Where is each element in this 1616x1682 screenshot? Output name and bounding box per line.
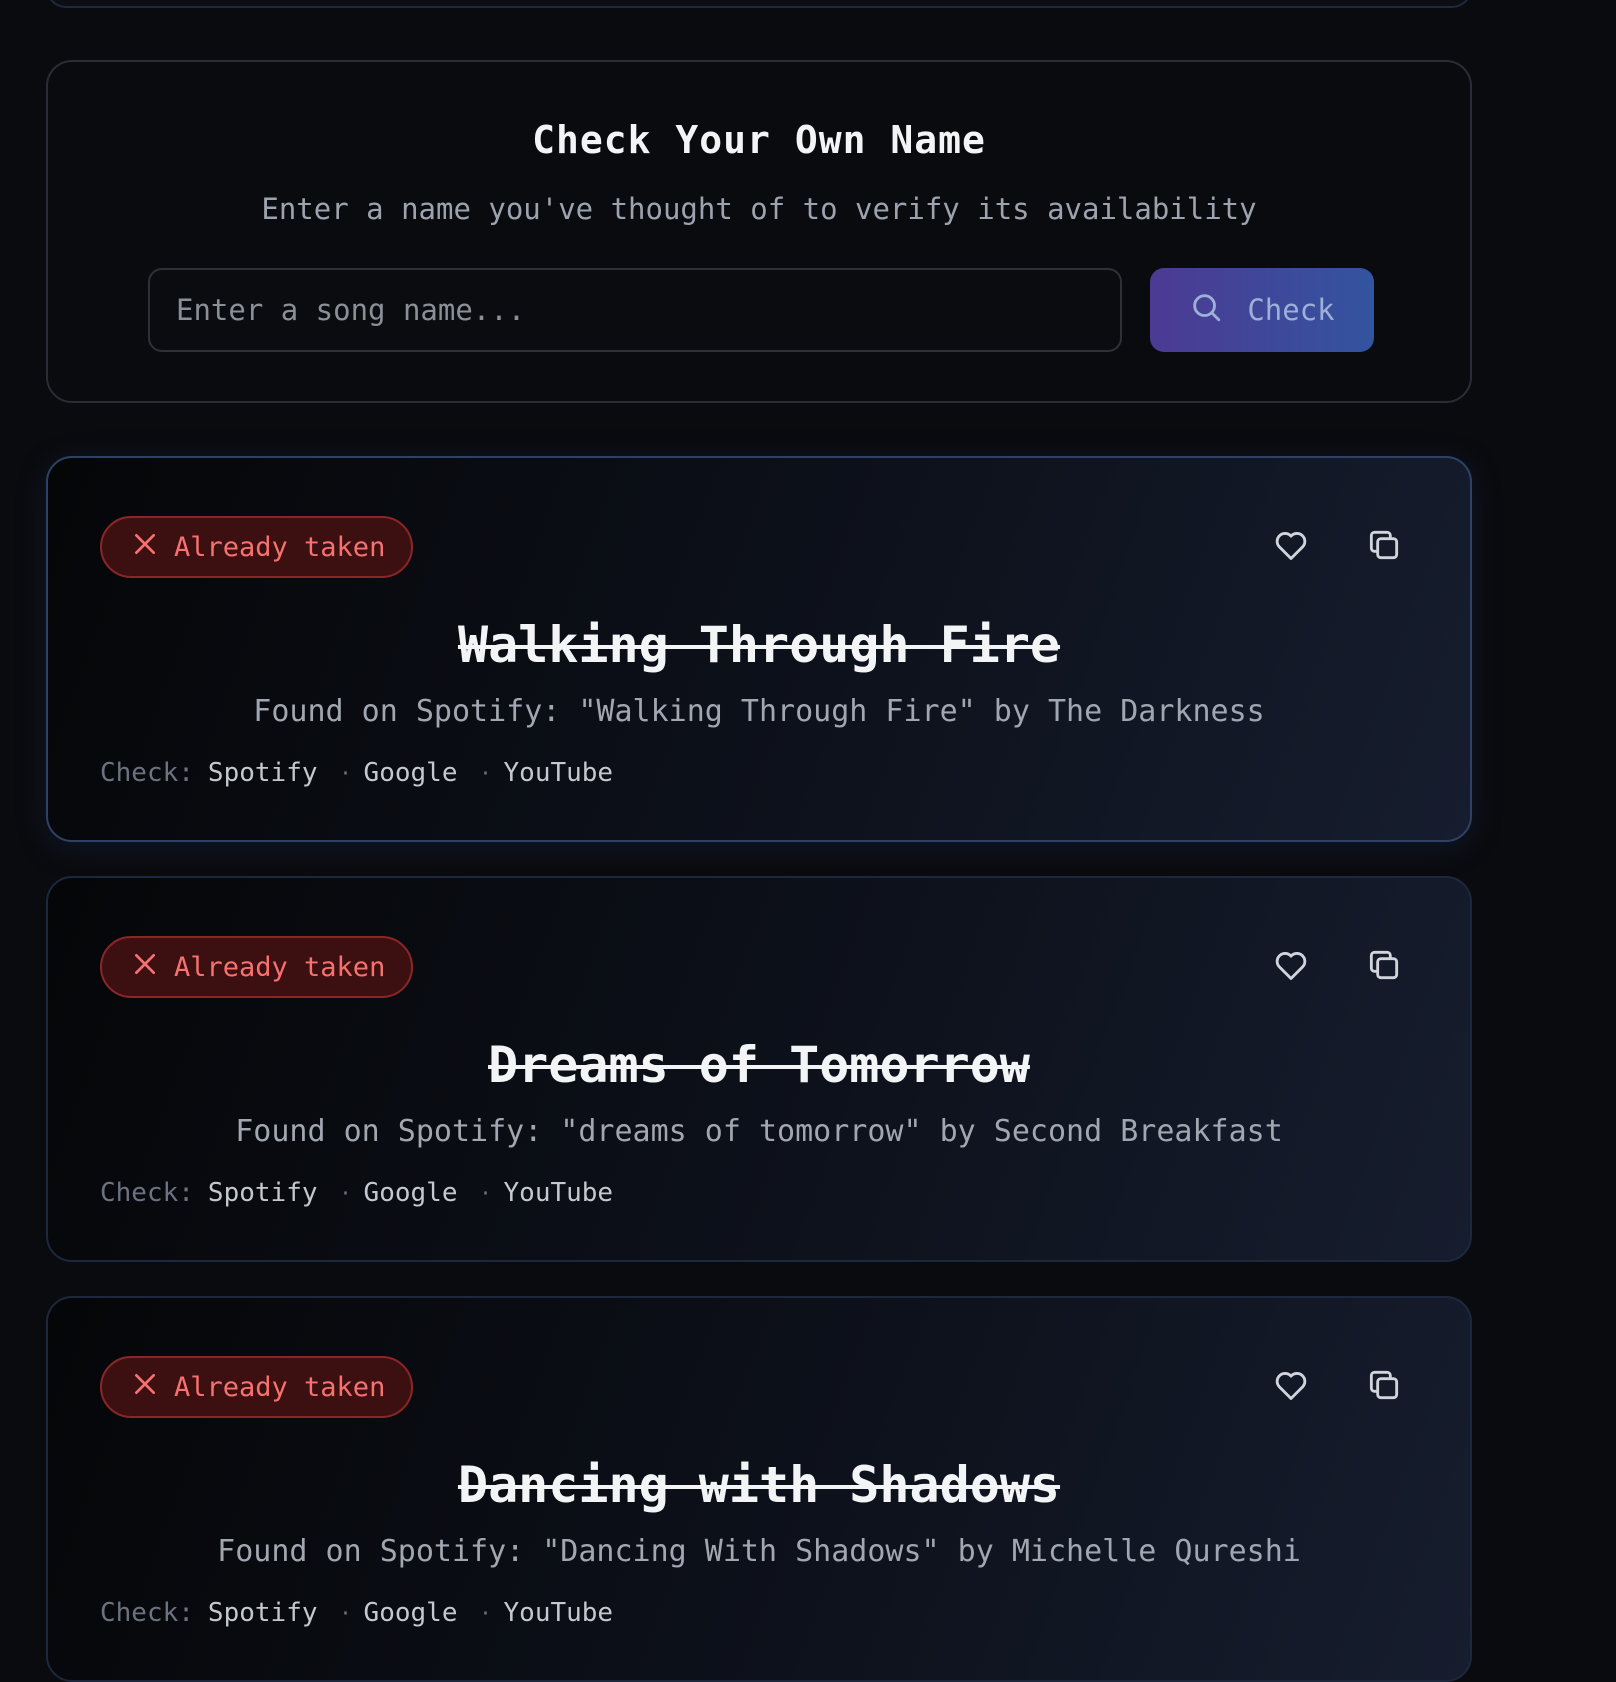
separator-dot: · xyxy=(339,1601,352,1625)
check-links-label: Check: xyxy=(100,1178,194,1208)
favorite-button[interactable] xyxy=(1268,1364,1314,1410)
taken-status-badge: Already taken xyxy=(100,516,414,578)
favorite-button[interactable] xyxy=(1268,944,1314,990)
x-icon xyxy=(132,1371,158,1404)
separator-dot: · xyxy=(479,761,492,785)
check-button-label: Check xyxy=(1247,293,1335,327)
badge-label: Already taken xyxy=(174,1371,386,1403)
google-link[interactable]: Google xyxy=(364,1178,458,1208)
copy-button[interactable] xyxy=(1361,1364,1407,1410)
song-name-title: Dreams of Tomorrow xyxy=(488,1036,1030,1094)
song-name-title: Walking Through Fire xyxy=(457,616,1061,674)
favorite-button[interactable] xyxy=(1268,524,1314,570)
copy-icon xyxy=(1365,946,1403,988)
spotify-link[interactable]: Spotify xyxy=(208,1178,318,1208)
check-panel-title: Check Your Own Name xyxy=(532,118,986,162)
result-card: Already taken Dreams of Tomorrow Found o… xyxy=(46,876,1472,1262)
taken-status-badge: Already taken xyxy=(100,1356,414,1418)
copy-icon xyxy=(1365,526,1403,568)
result-card: Already taken Walking Through Fire Found… xyxy=(46,456,1472,842)
copy-button[interactable] xyxy=(1361,944,1407,990)
google-link[interactable]: Google xyxy=(364,1598,458,1628)
check-name-panel: Check Your Own Name Enter a name you've … xyxy=(46,60,1472,403)
found-on-text: Found on Spotify: "Dancing With Shadows"… xyxy=(217,1534,1301,1569)
x-icon xyxy=(132,531,158,564)
copy-icon xyxy=(1365,1366,1403,1408)
check-links: Check: Spotify · Google · YouTube xyxy=(100,1178,613,1208)
result-card: Already taken Dancing with Shadows Found… xyxy=(46,1296,1472,1682)
check-panel-subtitle: Enter a name you've thought of to verify… xyxy=(261,192,1257,226)
check-links-label: Check: xyxy=(100,1598,194,1628)
youtube-link[interactable]: YouTube xyxy=(504,1178,614,1208)
separator-dot: · xyxy=(479,1181,492,1205)
spotify-link[interactable]: Spotify xyxy=(208,1598,318,1628)
youtube-link[interactable]: YouTube xyxy=(504,1598,614,1628)
previous-card-edge xyxy=(46,0,1472,8)
badge-label: Already taken xyxy=(174,531,386,563)
check-links-label: Check: xyxy=(100,758,194,788)
found-on-text: Found on Spotify: "dreams of tomorrow" b… xyxy=(235,1114,1283,1149)
heart-icon xyxy=(1272,1366,1310,1408)
google-link[interactable]: Google xyxy=(364,758,458,788)
youtube-link[interactable]: YouTube xyxy=(504,758,614,788)
check-links: Check: Spotify · Google · YouTube xyxy=(100,1598,613,1628)
badge-label: Already taken xyxy=(174,951,386,983)
separator-dot: · xyxy=(339,761,352,785)
song-name-input[interactable] xyxy=(148,268,1122,352)
song-name-title: Dancing with Shadows xyxy=(457,1456,1061,1514)
check-button[interactable]: Check xyxy=(1150,268,1374,352)
found-on-text: Found on Spotify: "Walking Through Fire"… xyxy=(253,694,1265,729)
separator-dot: · xyxy=(479,1601,492,1625)
search-icon xyxy=(1189,290,1223,331)
spotify-link[interactable]: Spotify xyxy=(208,758,318,788)
heart-icon xyxy=(1272,946,1310,988)
x-icon xyxy=(132,951,158,984)
separator-dot: · xyxy=(339,1181,352,1205)
copy-button[interactable] xyxy=(1361,524,1407,570)
taken-status-badge: Already taken xyxy=(100,936,414,998)
check-links: Check: Spotify · Google · YouTube xyxy=(100,758,613,788)
heart-icon xyxy=(1272,526,1310,568)
